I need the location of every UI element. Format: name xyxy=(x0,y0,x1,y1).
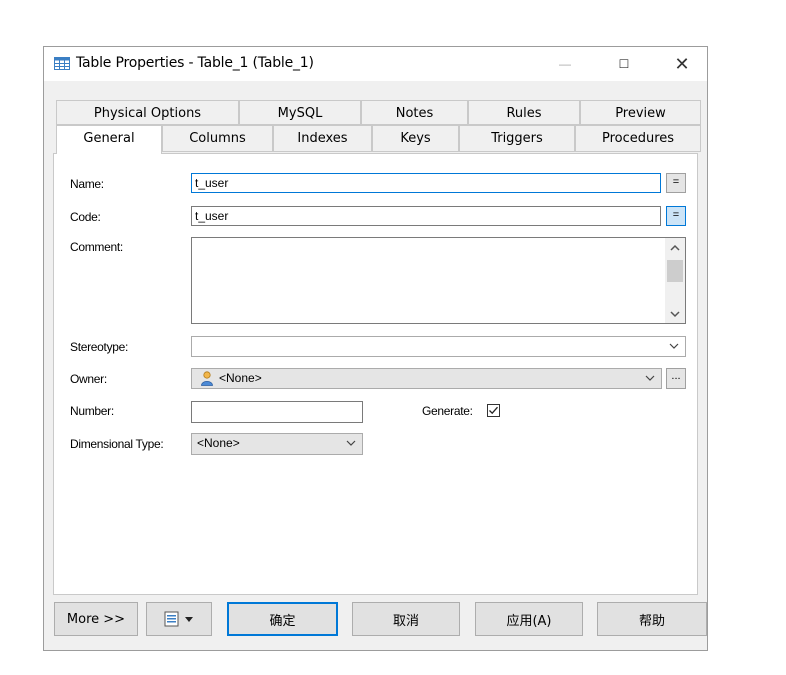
name-code-sync-button[interactable]: = xyxy=(666,173,686,193)
tab-preview[interactable]: Preview xyxy=(580,100,701,125)
generate-label: Generate: xyxy=(422,404,473,418)
owner-label: Owner: xyxy=(70,372,107,386)
scroll-down-icon[interactable] xyxy=(670,310,680,318)
stereotype-combobox[interactable] xyxy=(191,336,686,357)
tab-indexes[interactable]: Indexes xyxy=(273,125,372,152)
chevron-down-icon xyxy=(669,343,679,349)
scroll-up-icon[interactable] xyxy=(670,244,680,252)
tab-columns[interactable]: Columns xyxy=(162,125,273,152)
cancel-button[interactable]: 取消 xyxy=(352,602,460,636)
dimensional-type-value: <None> xyxy=(197,436,240,450)
name-label: Name: xyxy=(70,177,104,191)
name-input[interactable]: t_user xyxy=(191,173,661,193)
apply-button[interactable]: 应用(A) xyxy=(475,602,583,636)
tab-rules[interactable]: Rules xyxy=(468,100,580,125)
title-bar[interactable]: Table Properties - Table_1 (Table_1) — ☐… xyxy=(44,47,707,81)
comment-textarea[interactable] xyxy=(191,237,686,324)
table-icon xyxy=(54,57,70,70)
close-button[interactable]: ✕ xyxy=(665,53,699,75)
general-tab-panel: Name: t_user = Code: t_user = Comment: S… xyxy=(53,153,698,595)
help-button[interactable]: 帮助 xyxy=(597,602,707,636)
scroll-thumb[interactable] xyxy=(667,260,683,282)
owner-value: <None> xyxy=(219,371,262,385)
minimize-button[interactable]: — xyxy=(548,53,582,75)
tab-mysql[interactable]: MySQL xyxy=(239,100,361,125)
tab-notes[interactable]: Notes xyxy=(361,100,468,125)
owner-properties-button[interactable]: ... xyxy=(666,368,686,389)
comment-scrollbar[interactable] xyxy=(665,238,685,323)
owner-combobox[interactable]: <None> xyxy=(191,368,662,389)
chevron-down-icon xyxy=(645,375,655,381)
ok-button[interactable]: 确定 xyxy=(227,602,338,636)
window-title: Table Properties - Table_1 (Table_1) xyxy=(76,55,314,71)
number-label: Number: xyxy=(70,404,114,418)
code-sync-button[interactable]: = xyxy=(666,206,686,226)
print-menu-icon xyxy=(164,611,193,627)
dimensional-type-label: Dimensional Type: xyxy=(70,437,164,451)
print-menu-button[interactable] xyxy=(146,602,212,636)
tab-physical-options[interactable]: Physical Options xyxy=(56,100,239,125)
number-input[interactable] xyxy=(191,401,363,423)
user-icon xyxy=(201,371,213,386)
chevron-down-icon xyxy=(346,440,356,446)
table-properties-dialog: Table Properties - Table_1 (Table_1) — ☐… xyxy=(43,46,708,651)
more-button[interactable]: More >> xyxy=(54,602,138,636)
generate-checkbox[interactable] xyxy=(487,404,500,417)
tab-keys[interactable]: Keys xyxy=(372,125,459,152)
tab-general[interactable]: General xyxy=(56,125,162,154)
tab-procedures[interactable]: Procedures xyxy=(575,125,701,152)
stereotype-label: Stereotype: xyxy=(70,340,129,354)
comment-label: Comment: xyxy=(70,240,123,254)
code-label: Code: xyxy=(70,210,101,224)
maximize-button[interactable]: ☐ xyxy=(607,53,641,75)
code-input[interactable]: t_user xyxy=(191,206,661,226)
tab-triggers[interactable]: Triggers xyxy=(459,125,575,152)
dimensional-type-combobox[interactable]: <None> xyxy=(191,433,363,455)
